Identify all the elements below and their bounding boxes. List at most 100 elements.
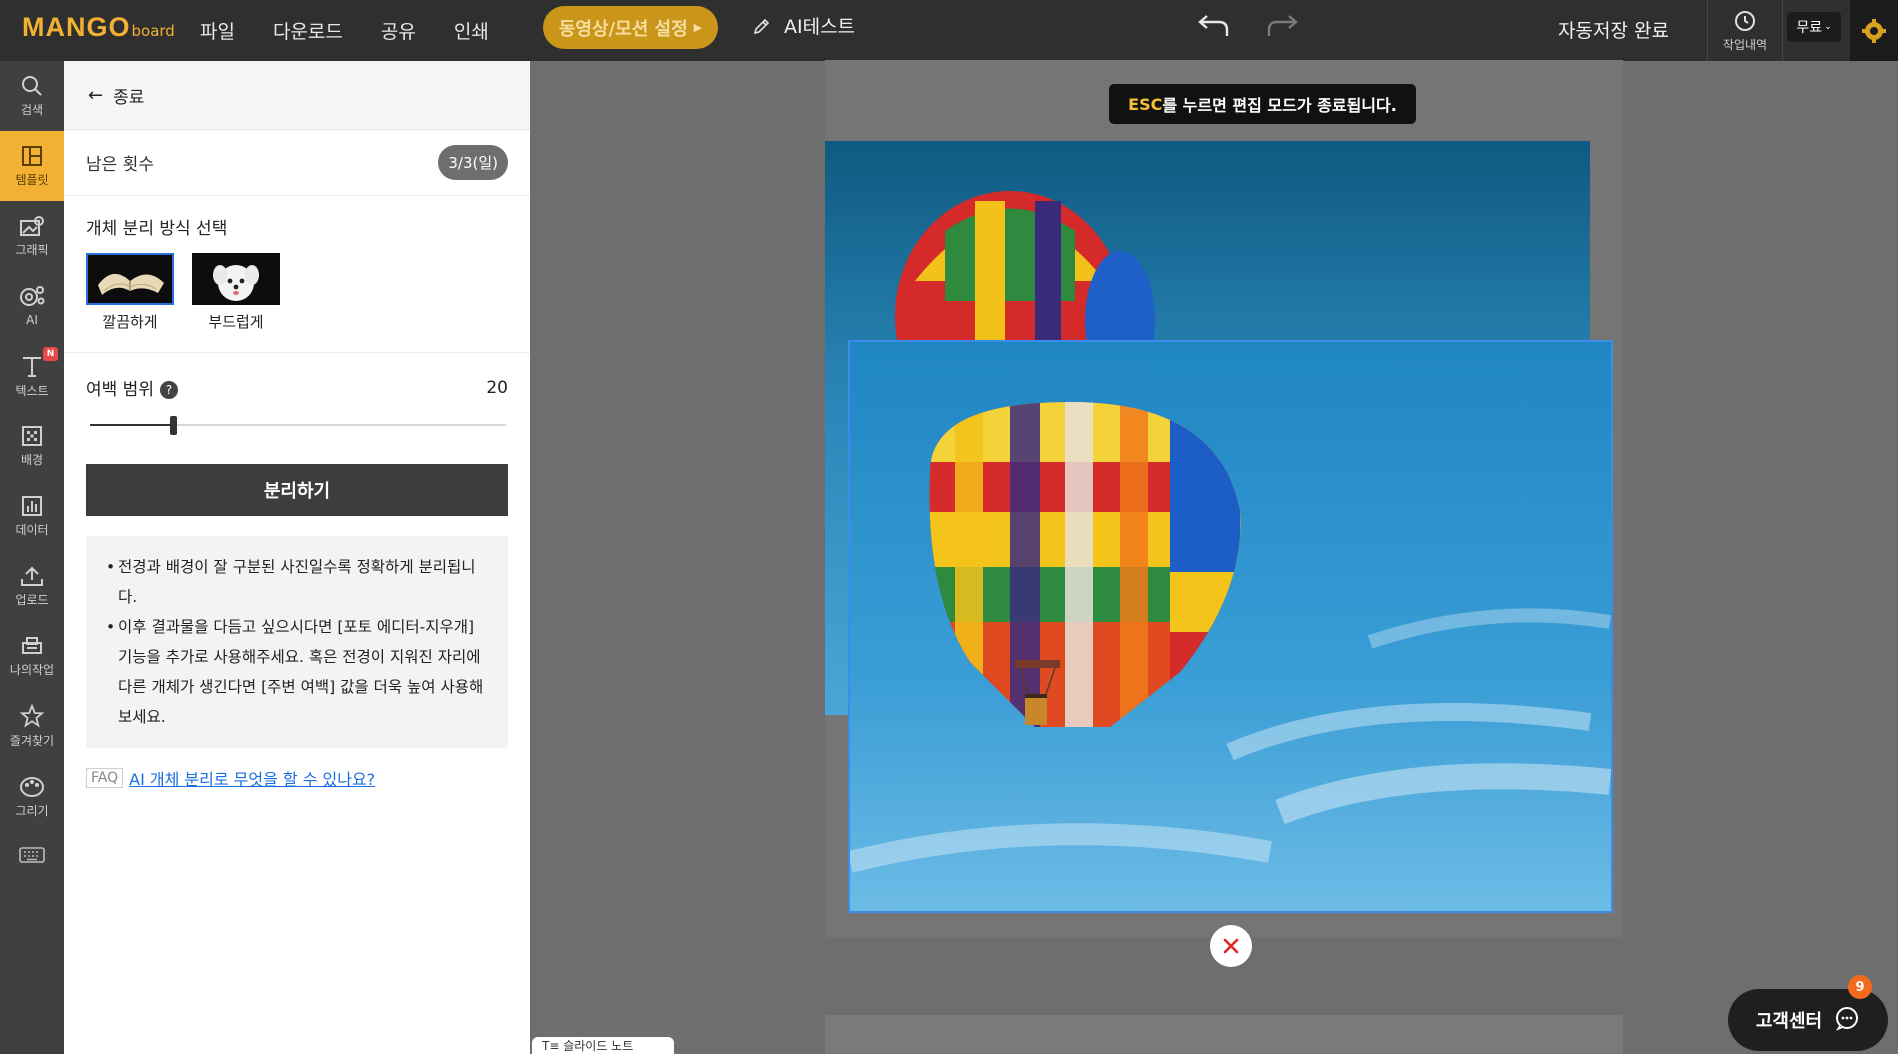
sidebar-label: 텍스트 <box>15 383 49 398</box>
menu-share[interactable]: 공유 <box>381 17 416 44</box>
pencil-icon <box>753 18 770 34</box>
sidebar-label: 즐겨찾기 <box>9 733 55 748</box>
sidebar-item-search[interactable]: 검색 <box>0 61 64 131</box>
document-title-text: AI테스트 <box>784 16 856 38</box>
sidebar-item-draw[interactable]: 그리기 <box>0 761 64 831</box>
method-option-soft[interactable]: 부드럽게 <box>192 253 280 332</box>
exit-label: 종료 <box>113 87 145 108</box>
slide-notes-tab[interactable]: T≡ 슬라이드 노트 <box>532 1037 674 1054</box>
method-section: 개체 분리 방식 선택 깔끔하게 부드럽게 <box>64 214 530 332</box>
slider-handle[interactable] <box>170 416 178 435</box>
tip-item: 전경과 배경이 잘 구분된 사진일수록 정확하게 분리됩니다. <box>106 552 488 612</box>
selected-image[interactable] <box>848 340 1613 913</box>
keyboard-icon <box>19 847 45 863</box>
history-button[interactable]: 작업내역 <box>1707 0 1783 61</box>
divider <box>64 352 530 353</box>
slider-fill <box>90 424 174 426</box>
sidebar-label: AI <box>26 313 38 327</box>
method-option-clean[interactable]: 깔끔하게 <box>86 253 174 332</box>
new-badge: N <box>43 347 58 361</box>
sidebar-item-upload[interactable]: 업로드 <box>0 551 64 621</box>
draw-icon <box>20 776 44 797</box>
search-icon <box>22 75 42 96</box>
object-separation-panel: ← 종료 남은 횟수 3/3(일) 개체 분리 방식 선택 깔끔하게 부드럽게 <box>64 61 530 1054</box>
sidebar-label: 업로드 <box>15 592 49 607</box>
undo-icon <box>1198 15 1229 36</box>
sidebar-item-ai[interactable]: AI <box>0 271 64 341</box>
my-work-icon <box>22 636 42 654</box>
sidebar-item-background[interactable]: 배경 <box>0 411 64 481</box>
sidebar-item-keyboard[interactable] <box>0 831 64 881</box>
video-motion-label: 동영상/모션 설정 <box>558 18 688 40</box>
history-label: 작업내역 <box>1722 37 1768 52</box>
sidebar-label: 템플릿 <box>15 172 49 187</box>
history-icon <box>1735 10 1755 31</box>
undo-button[interactable] <box>1195 14 1231 44</box>
margin-value: 20 <box>486 377 508 398</box>
sidebar-item-my-work[interactable]: 나의작업 <box>0 621 64 691</box>
menu-file[interactable]: 파일 <box>200 17 235 44</box>
tip-item: 이후 결과물을 다듬고 싶으시다면 [포토 에디터-지우개] 기능을 추가로 사… <box>106 612 488 732</box>
document-title[interactable]: AI테스트 <box>752 12 855 39</box>
upload-icon <box>21 566 43 586</box>
dog-thumbnail <box>192 253 280 305</box>
main-menu: 파일 다운로드 공유 인쇄 <box>200 0 527 61</box>
logo-text: MANGO <box>22 12 131 42</box>
faq-tag: FAQ <box>86 768 124 788</box>
menu-print[interactable]: 인쇄 <box>454 17 489 44</box>
esc-tooltip-text: 를 누르면 편집 모드가 종료됩니다. <box>1162 96 1397 115</box>
separate-button[interactable]: 분리하기 <box>86 464 508 516</box>
gear-icon <box>1862 18 1886 43</box>
sidebar-item-data[interactable]: 데이터 <box>0 481 64 551</box>
redo-button[interactable] <box>1265 14 1301 44</box>
exit-button[interactable]: ← 종료 <box>64 61 530 130</box>
sidebar-item-graphic[interactable]: 그래픽 <box>0 201 64 271</box>
sidebar-label: 배경 <box>20 452 44 467</box>
margin-slider[interactable] <box>86 410 508 440</box>
star-icon <box>20 703 44 728</box>
arrow-left-icon: ← <box>88 84 104 106</box>
plan-badge-label: 무료 <box>1796 20 1823 36</box>
chat-bubble-icon <box>1834 1005 1860 1036</box>
chart-icon <box>22 495 42 516</box>
esc-key-text: ESC <box>1128 94 1163 114</box>
help-icon[interactable]: ? <box>159 381 178 399</box>
close-edit-button[interactable] <box>1210 925 1252 967</box>
margin-label-wrap: 여백 범위? <box>86 375 178 400</box>
customer-center-label: 고객센터 <box>1755 1011 1823 1032</box>
sidebar-label: 나의작업 <box>9 662 55 677</box>
margin-row: 여백 범위? 20 <box>86 375 508 401</box>
book-thumbnail <box>86 253 174 305</box>
video-motion-button[interactable]: 동영상/모션 설정 ▶ <box>543 6 718 49</box>
play-icon: ▶ <box>693 21 703 34</box>
faq-row: FAQ AI 개체 분리로 무엇을 할 수 있나요? <box>86 766 508 790</box>
faq-link[interactable]: AI 개체 분리로 무엇을 할 수 있나요? <box>129 766 375 790</box>
graphic-icon <box>20 215 44 236</box>
autosave-status: 자동저장 완료 <box>1558 20 1669 42</box>
sidebar-label: 그리기 <box>15 803 49 818</box>
sidebar-item-favorites[interactable]: 즐겨찾기 <box>0 691 64 761</box>
sidebar-label: 검색 <box>20 102 44 117</box>
sidebar-label: 그래픽 <box>15 242 49 257</box>
remaining-count-badge: 3/3(일) <box>438 145 508 180</box>
method-label: 깔끔하게 <box>102 313 158 331</box>
menu-download[interactable]: 다운로드 <box>273 17 343 44</box>
settings-button[interactable] <box>1850 0 1898 61</box>
sidebar-label: 데이터 <box>15 522 49 537</box>
remaining-count-row: 남은 횟수 3/3(일) <box>64 130 530 196</box>
logo-sub-text: board <box>131 22 175 40</box>
esc-tooltip: ESC 를 누르면 편집 모드가 종료됩니다. <box>1109 84 1416 124</box>
method-options: 깔끔하게 부드럽게 <box>86 253 508 332</box>
text-icon <box>23 356 41 377</box>
redo-icon <box>1267 15 1298 36</box>
sidebar-item-template[interactable]: 템플릿 <box>0 131 64 201</box>
next-page <box>825 1015 1623 1054</box>
margin-section: 여백 범위? 20 분리하기 전경과 배경이 잘 구분된 사진일수록 정확하게 … <box>64 375 530 790</box>
template-icon <box>22 145 42 166</box>
tips-box: 전경과 배경이 잘 구분된 사진일수록 정확하게 분리됩니다. 이후 결과물을 … <box>86 536 508 748</box>
method-label: 부드럽게 <box>208 313 264 331</box>
logo[interactable]: MANGO board <box>22 12 175 43</box>
sidebar-item-text[interactable]: N 텍스트 <box>0 341 64 411</box>
chevron-down-icon: ⌄ <box>1824 22 1832 32</box>
plan-badge[interactable]: 무료 ⌄ <box>1787 12 1841 42</box>
